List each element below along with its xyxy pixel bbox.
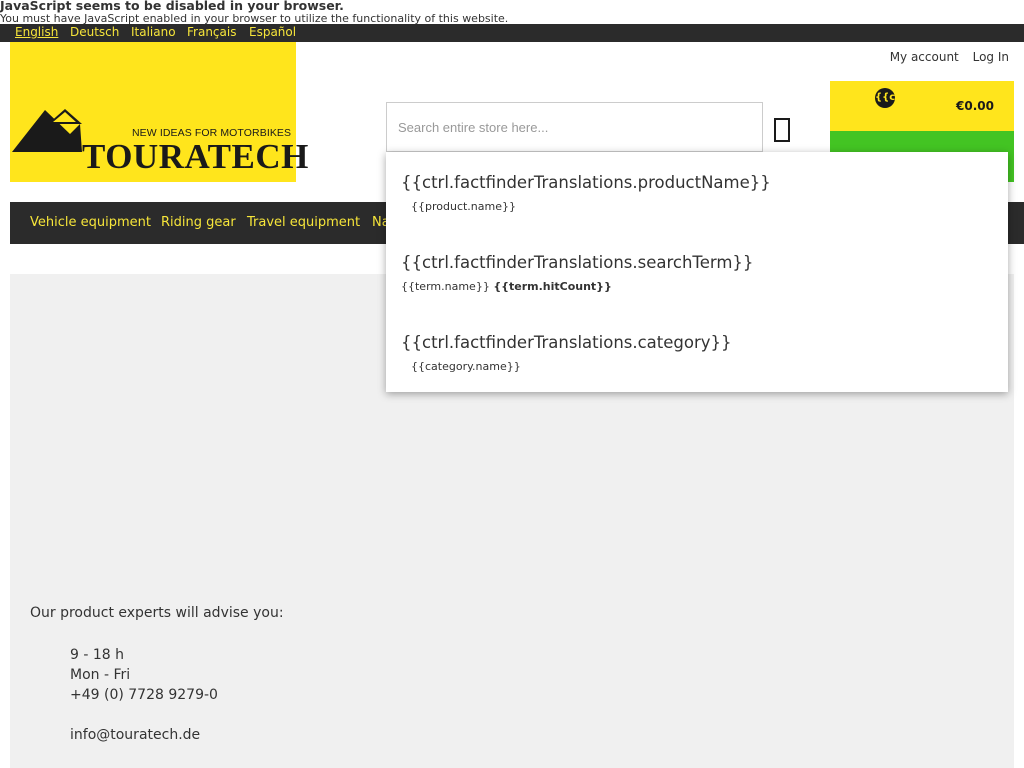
advise-heading: Our product experts will advise you:	[30, 605, 284, 621]
cart-total: €0.00	[956, 99, 994, 113]
language-bar: English Deutsch Italiano Français Españo…	[0, 24, 1024, 42]
language-italiano[interactable]: Italiano	[131, 25, 176, 40]
suggest-term-heading: {{ctrl.factfinderTranslations.searchTerm…	[401, 253, 754, 272]
contact-email[interactable]: info@touratech.de	[70, 725, 218, 745]
account-links: My account Log In	[880, 50, 1009, 64]
language-francais[interactable]: Français	[187, 25, 236, 40]
language-deutsch[interactable]: Deutsch	[70, 25, 119, 40]
nav-travel-equipment[interactable]: Travel equipment	[247, 215, 360, 230]
my-account-link[interactable]: My account	[890, 50, 959, 64]
mini-cart[interactable]: {{c €0.00	[830, 81, 1014, 131]
cart-count-badge: {{c	[875, 88, 895, 108]
noscript-notice: JavaScript seems to be disabled in your …	[0, 0, 1024, 25]
suggest-term-item[interactable]: {{term.name}} {{term.hitCount}}	[401, 280, 612, 293]
suggest-product-heading: {{ctrl.factfinderTranslations.productNam…	[401, 173, 771, 192]
search-input[interactable]	[386, 102, 763, 152]
search-suggest-dropdown: {{ctrl.factfinderTranslations.productNam…	[386, 152, 1008, 392]
contact-days: Mon - Fri	[70, 667, 131, 683]
contact-hours: 9 - 18 h	[70, 647, 124, 663]
logo-brand: TOURATECH	[82, 137, 309, 176]
suggest-category-item[interactable]: {{category.name}}	[411, 360, 521, 373]
suggest-term-count: {{term.hitCount}}	[493, 280, 612, 293]
nav-vehicle-equipment[interactable]: Vehicle equipment	[30, 215, 151, 230]
login-link[interactable]: Log In	[973, 50, 1009, 64]
suggest-product-item[interactable]: {{product.name}}	[411, 200, 516, 213]
nav-riding-gear[interactable]: Riding gear	[161, 215, 236, 230]
contact-info: 9 - 18 h Mon - Fri +49 (0) 7728 9279-0 i…	[70, 645, 218, 745]
touratech-logo[interactable]: NEW IDEAS FOR MOTORBIKES TOURATECH	[10, 42, 308, 182]
contact-phone[interactable]: +49 (0) 7728 9279-0	[70, 685, 218, 705]
language-espanol[interactable]: Español	[249, 25, 296, 40]
search-icon	[774, 118, 790, 142]
suggest-category-heading: {{ctrl.factfinderTranslations.category}}	[401, 333, 732, 352]
suggest-term-name: {{term.name}}	[401, 280, 490, 293]
search-button[interactable]	[770, 115, 794, 145]
language-english[interactable]: English	[15, 25, 58, 40]
